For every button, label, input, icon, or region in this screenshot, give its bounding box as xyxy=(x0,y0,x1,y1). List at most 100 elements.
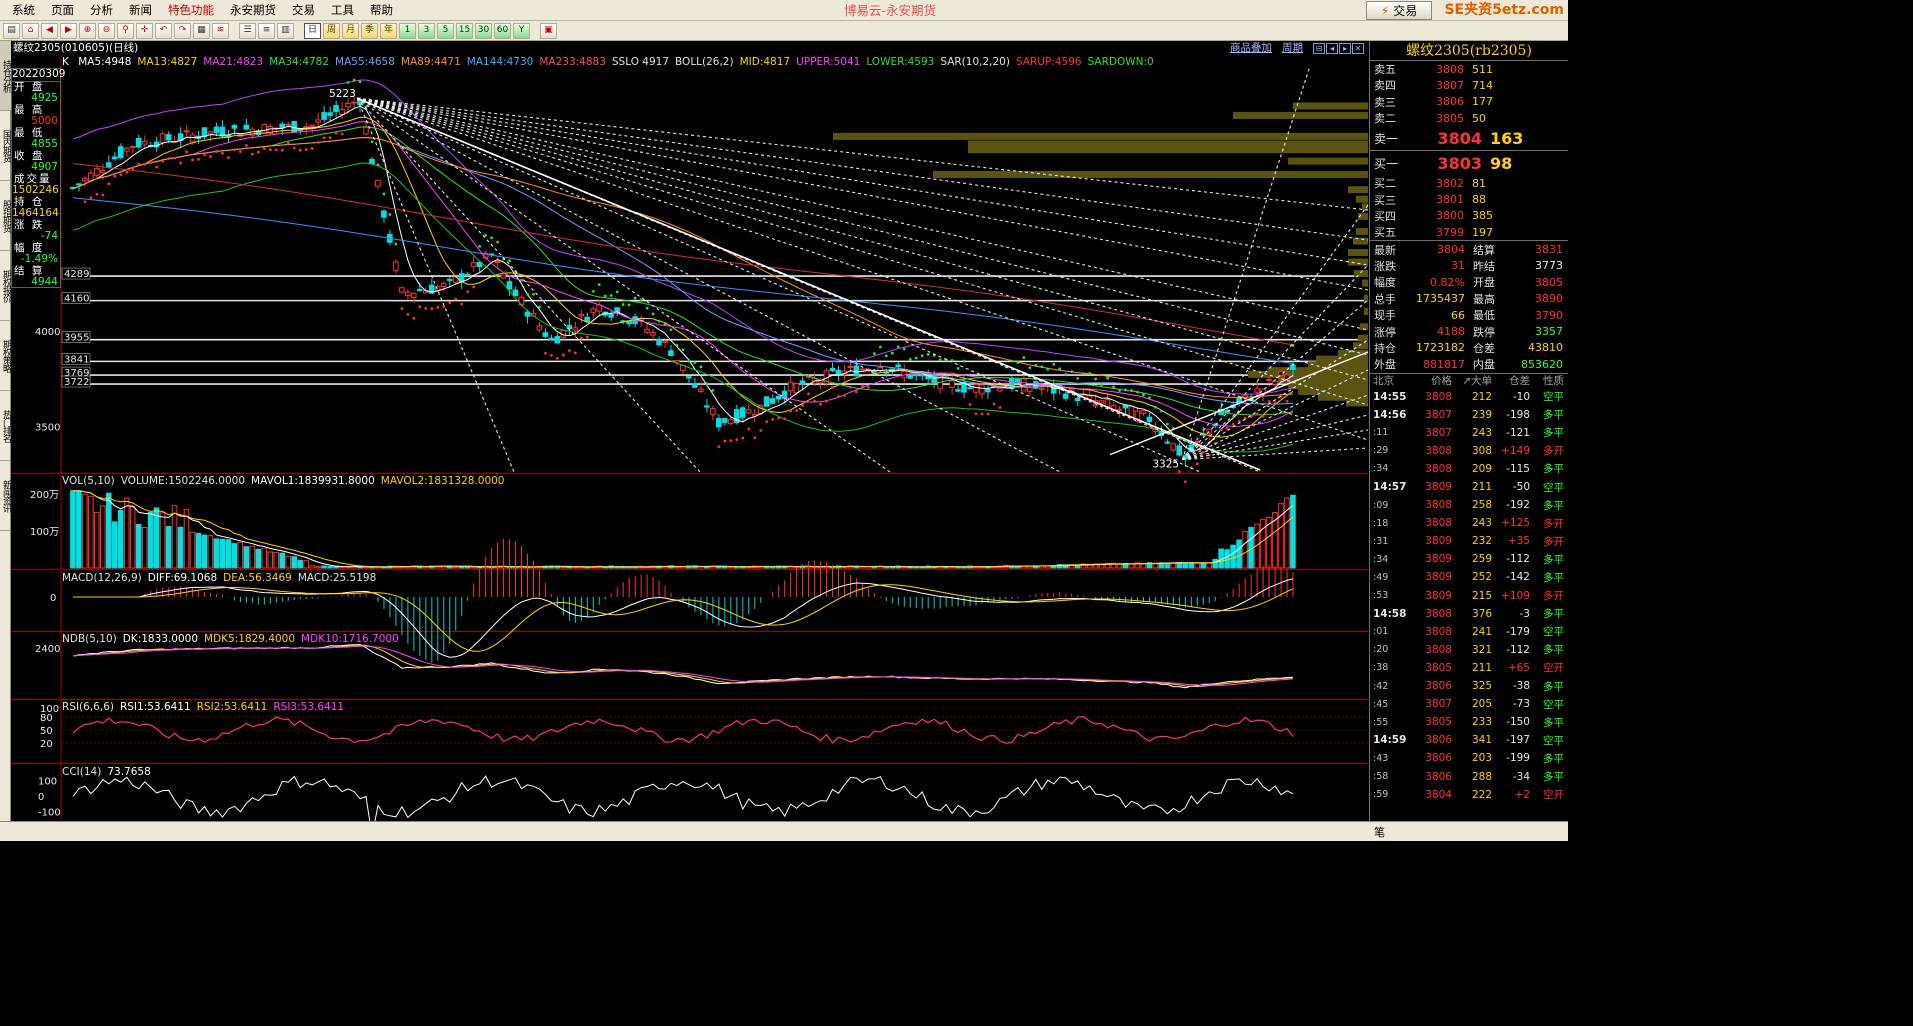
tick-row[interactable]: :01 3808 241 -179 空平 xyxy=(1370,623,1568,641)
tick-row[interactable]: :34 3808 209 -115 多平 xyxy=(1370,460,1568,478)
sar-dot xyxy=(717,445,721,449)
kline-chart[interactable]: 4289416039553841376937224000350052233325… xyxy=(0,0,1568,841)
sar-dot xyxy=(334,131,338,135)
stat-key: 跌停 xyxy=(1473,325,1495,339)
book-row[interactable]: 卖二 3805 50 xyxy=(1370,110,1568,126)
candle-body xyxy=(500,274,507,279)
fan-line xyxy=(356,97,1369,241)
volume-profile-bar xyxy=(1348,249,1368,257)
ndb-indicator-line: NDB(5,10) DK:1833.0000 MDK5:1829.4000 MDK10… xyxy=(62,633,405,646)
tick-row[interactable]: 14:59 3806 341 -197 空平 xyxy=(1370,731,1568,749)
sar-dot xyxy=(412,316,416,320)
sar-dot xyxy=(1166,422,1169,426)
tick-row[interactable]: :59 3804 222 +2 空开 xyxy=(1370,786,1568,804)
book-volume: 163 xyxy=(1490,128,1524,148)
tick-row[interactable]: :31 3809 232 +35 多开 xyxy=(1370,532,1568,550)
tick-oi-change: -73 xyxy=(1512,698,1530,711)
tick-list[interactable]: 14:55 3808 212 -10 空平 14:56 3807 239 -198 多平:11 38… xyxy=(1370,388,1568,804)
candle-body xyxy=(715,418,722,428)
candle-body xyxy=(94,167,100,176)
sar-dot xyxy=(585,335,589,339)
volume-bar xyxy=(171,505,178,569)
book-volume: 88 xyxy=(1472,193,1486,207)
book-label: 卖一 xyxy=(1374,131,1399,146)
tick-row[interactable]: :09 3808 258 -192 多平 xyxy=(1370,496,1568,514)
volume-bar xyxy=(1242,530,1248,569)
book-row[interactable]: 卖一 3804 163 xyxy=(1370,126,1568,150)
rsi-axis-label: 80 xyxy=(40,713,53,724)
tick-row[interactable]: :18 3808 243 +125 多开 xyxy=(1370,514,1568,532)
tick-row[interactable]: :58 3806 288 -34 多平 xyxy=(1370,767,1568,785)
sar-dot xyxy=(155,165,159,169)
candle-body xyxy=(333,105,339,113)
volume-profile-bar xyxy=(1356,195,1368,203)
volume-bar xyxy=(105,492,112,569)
tick-row[interactable]: :11 3807 243 -121 多平 xyxy=(1370,424,1568,442)
cci-indicator-line: CCI(14) 73.7658 xyxy=(62,766,157,779)
tick-time: :29 xyxy=(1373,445,1389,457)
tick-row[interactable]: 14:58 3808 376 -3 多平 xyxy=(1370,605,1568,623)
book-label: 买五 xyxy=(1374,226,1396,240)
sar-dot xyxy=(322,136,326,140)
sar-dot xyxy=(908,357,912,361)
book-row[interactable]: 卖五 3808 511 xyxy=(1370,61,1568,77)
book-row[interactable]: 买五 3799 197 xyxy=(1370,224,1568,240)
tick-oi-change: -34 xyxy=(1512,770,1530,783)
stat-key: 总手 xyxy=(1374,292,1396,306)
volume-bar xyxy=(674,566,680,569)
book-volume: 197 xyxy=(1472,225,1493,239)
tick-nature: 多平 xyxy=(1543,608,1564,621)
volume-bar xyxy=(261,547,268,569)
candle-body xyxy=(105,162,112,168)
sar-dot xyxy=(872,352,876,355)
volume-bar xyxy=(219,538,226,569)
quote-stats: 最新 3804 结算 3831 涨跌 31 昨结 3773 幅度 0.82% 开盘 3805 总手 173… xyxy=(1370,241,1568,372)
book-row[interactable]: 买四 3800 385 xyxy=(1370,208,1568,224)
sar-dot xyxy=(1124,388,1127,392)
sar-dot xyxy=(1082,372,1086,376)
tick-row[interactable]: :29 3808 308 +149 多开 xyxy=(1370,442,1568,460)
candle-body xyxy=(668,350,674,356)
stat-key: 现手 xyxy=(1374,309,1396,323)
stat-value: 853620 xyxy=(1521,357,1563,371)
tick-header-time: 北京 xyxy=(1373,375,1394,387)
tick-row[interactable]: 14:56 3807 239 -198 多平 xyxy=(1370,406,1568,424)
volume-bar xyxy=(117,509,124,569)
candle-body xyxy=(1026,386,1033,392)
bar-info-rows: 开 盘 4925 最 高 5000 最 低 4855 收 盘 4907 成交量 1502246 持 … xyxy=(12,81,60,289)
book-row[interactable]: 卖三 3806 177 xyxy=(1370,94,1568,110)
stat-key: 结算 xyxy=(1473,243,1495,257)
book-row[interactable]: 买三 3801 88 xyxy=(1370,191,1568,207)
sar-dot xyxy=(711,388,715,392)
tick-row[interactable]: :34 3809 259 -112 多平 xyxy=(1370,550,1568,568)
tick-row[interactable]: :43 3806 203 -199 多平 xyxy=(1370,749,1568,767)
sar-dot xyxy=(938,358,942,362)
volume-bar xyxy=(231,543,238,569)
tick-row[interactable]: :20 3808 321 -112 多平 xyxy=(1370,641,1568,659)
book-row[interactable]: 买二 3802 81 xyxy=(1370,175,1568,191)
rsi-axis-label: 50 xyxy=(40,726,53,737)
tick-row[interactable]: :55 3805 233 -150 多平 xyxy=(1370,713,1568,731)
tick-oi-change: +65 xyxy=(1507,661,1530,674)
tick-row[interactable]: :53 3809 215 +109 多开 xyxy=(1370,587,1568,605)
tick-oi-change: -150 xyxy=(1506,716,1530,729)
tick-row[interactable]: :49 3809 252 -142 多平 xyxy=(1370,568,1568,586)
tick-row[interactable]: :38 3805 211 +65 空开 xyxy=(1370,659,1568,677)
candle-body xyxy=(189,134,196,143)
tick-time: :20 xyxy=(1373,644,1389,656)
sar-dot xyxy=(1064,373,1068,376)
candle-body xyxy=(129,145,136,148)
stat-value: 3357 xyxy=(1535,325,1563,339)
book-row[interactable]: 卖四 3807 714 xyxy=(1370,77,1568,93)
sar-dot xyxy=(328,136,332,140)
tick-volume: 211 xyxy=(1471,481,1492,494)
book-row[interactable]: 买一 3803 98 xyxy=(1370,151,1568,175)
tick-row[interactable]: :45 3807 205 -73 空平 xyxy=(1370,695,1568,713)
tick-row[interactable]: :42 3806 325 -38 多平 xyxy=(1370,677,1568,695)
volume-bar xyxy=(189,531,196,569)
volume-profile-bar xyxy=(1358,334,1368,342)
fan-line xyxy=(1182,414,1369,461)
volume-profile-bar xyxy=(1288,157,1368,165)
tick-row[interactable]: 14:55 3808 212 -10 空平 xyxy=(1370,388,1568,406)
tick-row[interactable]: 14:57 3809 211 -50 空平 xyxy=(1370,478,1568,496)
